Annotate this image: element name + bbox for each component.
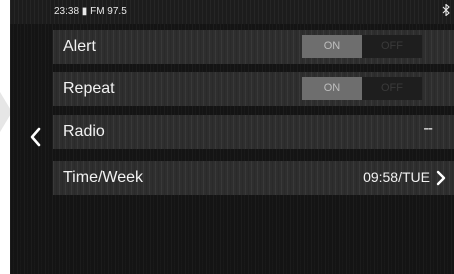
head-unit-screen: 23:38 ▮ FM 97.5 Alert ON OFF Repeat ON O… <box>10 0 454 274</box>
back-button[interactable] <box>24 124 46 150</box>
radio-value: -- <box>423 120 433 137</box>
time-week-row[interactable]: Time/Week 09:58/TUE <box>53 161 454 195</box>
alert-toggle-off[interactable]: OFF <box>362 35 422 58</box>
time-week-value: 09:58/TUE <box>363 169 430 185</box>
status-bar: 23:38 ▮ FM 97.5 <box>10 0 454 24</box>
time-week-label: Time/Week <box>63 169 144 186</box>
radio-label: Radio <box>63 123 105 140</box>
alert-toggle[interactable]: ON OFF <box>302 35 422 58</box>
repeat-toggle-on[interactable]: ON <box>302 77 362 100</box>
bluetooth-icon <box>442 4 450 16</box>
radio-row[interactable]: Radio -- <box>53 115 454 149</box>
repeat-row: Repeat ON OFF <box>53 72 454 106</box>
repeat-label: Repeat <box>63 80 115 97</box>
status-time-radio: 23:38 ▮ FM 97.5 <box>54 6 127 17</box>
device-frame: 23:38 ▮ FM 97.5 Alert ON OFF Repeat ON O… <box>0 0 454 274</box>
alert-toggle-on[interactable]: ON <box>302 35 362 58</box>
repeat-toggle-off[interactable]: OFF <box>362 77 422 100</box>
repeat-toggle[interactable]: ON OFF <box>302 77 422 100</box>
alert-label: Alert <box>63 38 96 55</box>
chevron-left-icon <box>30 127 41 147</box>
chevron-right-icon <box>436 170 446 186</box>
alert-row: Alert ON OFF <box>53 30 454 64</box>
